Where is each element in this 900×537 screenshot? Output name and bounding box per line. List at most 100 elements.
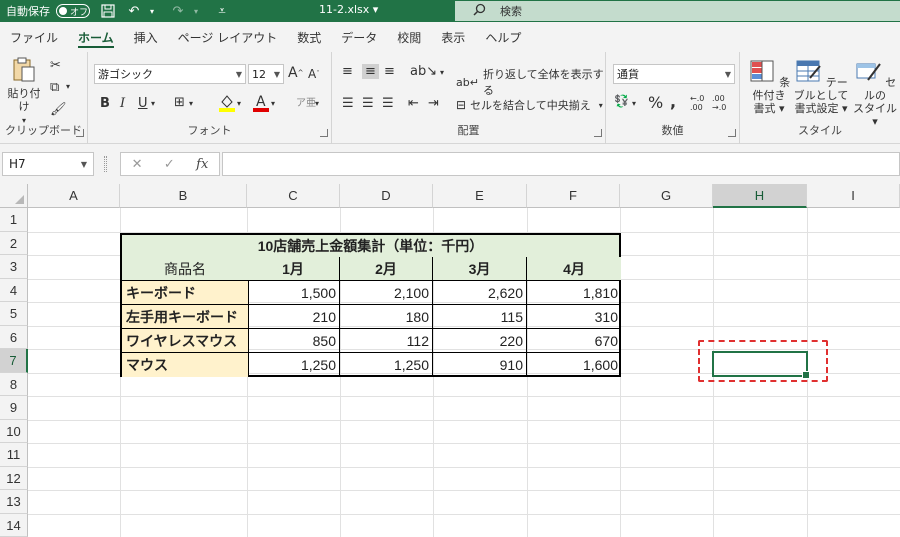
row-header-12[interactable]: 12 bbox=[0, 466, 28, 490]
column-header-a[interactable]: A bbox=[28, 184, 120, 208]
percent-icon[interactable]: % bbox=[648, 93, 663, 112]
number-launcher-icon[interactable] bbox=[728, 129, 736, 137]
row-header-7[interactable]: 7 bbox=[0, 349, 28, 373]
wrap-text-button[interactable]: ab↵ 折り返して全体を表示する bbox=[456, 66, 605, 98]
column-header-d[interactable]: D bbox=[340, 184, 433, 208]
sales-value-cell[interactable]: 670 bbox=[527, 329, 621, 353]
sales-value-cell[interactable]: 180 bbox=[340, 305, 433, 329]
paste-button[interactable]: 貼り付け ▾ bbox=[4, 56, 44, 127]
active-cell-h7[interactable] bbox=[712, 351, 810, 379]
cell-styles-button[interactable]: セルの スタイル ▾ bbox=[852, 58, 898, 128]
merge-dropdown-icon[interactable]: ▾ bbox=[599, 101, 603, 110]
insert-function-icon[interactable]: fx bbox=[196, 157, 208, 172]
copy-dropdown-icon[interactable]: ▾ bbox=[66, 82, 70, 91]
tab-insert[interactable]: 挿入 bbox=[124, 22, 168, 52]
increase-font-icon[interactable]: A ^ bbox=[288, 65, 303, 81]
table-title[interactable]: 10店舗売上金額集計（単位：千円） bbox=[120, 233, 621, 259]
header-month[interactable]: 4月 bbox=[527, 257, 621, 281]
font-name-select[interactable]: 游ゴシック ▼ bbox=[94, 64, 246, 84]
row-header-5[interactable]: 5 bbox=[0, 302, 28, 326]
underline-icon[interactable]: U bbox=[138, 96, 148, 111]
cut-icon[interactable]: ✂ bbox=[50, 58, 61, 73]
comma-style-icon[interactable]: , bbox=[670, 92, 676, 111]
name-box[interactable]: H7 ▼ bbox=[2, 152, 94, 176]
product-name-cell[interactable]: キーボード bbox=[122, 281, 249, 305]
column-header-i[interactable]: I bbox=[807, 184, 900, 208]
sales-value-cell[interactable]: 850 bbox=[247, 329, 340, 353]
align-right-icon[interactable]: ☰ bbox=[382, 96, 394, 111]
product-name-cell[interactable]: 左手用キーボード bbox=[122, 305, 249, 329]
row-header-6[interactable]: 6 bbox=[0, 325, 28, 349]
alignment-launcher-icon[interactable] bbox=[594, 129, 602, 137]
align-left-icon[interactable]: ☰ bbox=[342, 96, 354, 111]
bold-icon[interactable]: B bbox=[100, 96, 110, 111]
borders-dropdown-icon[interactable]: ▾ bbox=[189, 99, 193, 108]
decrease-indent-icon[interactable]: ⇤ bbox=[408, 96, 419, 111]
save-icon[interactable] bbox=[100, 3, 116, 19]
row-header-8[interactable]: 8 bbox=[0, 372, 28, 396]
undo-dropdown-icon[interactable]: ▾ bbox=[144, 3, 160, 19]
sales-value-cell[interactable]: 2,620 bbox=[433, 281, 527, 305]
tab-file[interactable]: ファイル bbox=[0, 22, 68, 52]
row-header-1[interactable]: 1 bbox=[0, 208, 28, 232]
product-name-cell[interactable]: ワイヤレスマウス bbox=[122, 329, 249, 353]
align-bottom-icon[interactable]: ≡ bbox=[384, 64, 395, 79]
header-month[interactable]: 1月 bbox=[247, 257, 340, 281]
tab-help[interactable]: ヘルプ bbox=[475, 22, 531, 52]
tab-home[interactable]: ホーム bbox=[68, 22, 124, 52]
header-product-name[interactable]: 商品名 bbox=[122, 257, 249, 281]
sales-value-cell[interactable]: 1,600 bbox=[527, 353, 621, 377]
row-header-11[interactable]: 11 bbox=[0, 443, 28, 467]
autosave-toggle[interactable]: オフ bbox=[56, 4, 90, 18]
fill-color-icon[interactable] bbox=[218, 92, 236, 112]
row-header-2[interactable]: 2 bbox=[0, 231, 28, 255]
tab-page-layout[interactable]: ページ レイアウト bbox=[168, 22, 288, 52]
tab-view[interactable]: 表示 bbox=[431, 22, 475, 52]
decrease-decimal-icon[interactable]: .00 →.0 bbox=[712, 94, 726, 112]
product-name-cell[interactable]: マウス bbox=[122, 353, 249, 377]
sales-value-cell[interactable]: 1,500 bbox=[247, 281, 340, 305]
sales-value-cell[interactable]: 115 bbox=[433, 305, 527, 329]
font-color-dropdown-icon[interactable]: ▾ bbox=[271, 99, 275, 108]
redo-dropdown-icon[interactable]: ▾ bbox=[188, 3, 204, 19]
sales-value-cell[interactable]: 210 bbox=[247, 305, 340, 329]
sales-value-cell[interactable]: 1,250 bbox=[247, 353, 340, 377]
font-size-select[interactable]: 12 ▼ bbox=[248, 64, 284, 84]
clipboard-launcher-icon[interactable] bbox=[76, 129, 84, 137]
file-name[interactable]: 11-2.xlsx ▾ bbox=[319, 3, 378, 16]
header-month[interactable]: 2月 bbox=[340, 257, 433, 281]
format-painter-icon[interactable]: 🖌 bbox=[50, 102, 67, 117]
row-header-14[interactable]: 14 bbox=[0, 513, 28, 537]
underline-dropdown-icon[interactable]: ▾ bbox=[151, 99, 155, 108]
column-header-c[interactable]: C bbox=[247, 184, 340, 208]
phonetic-icon[interactable]: ア亜 bbox=[296, 94, 316, 109]
increase-indent-icon[interactable]: ⇥ bbox=[428, 96, 439, 111]
chevron-down-icon[interactable]: ▼ bbox=[81, 160, 87, 169]
currency-icon[interactable]: 💱 bbox=[614, 94, 629, 108]
sales-value-cell[interactable]: 2,100 bbox=[340, 281, 433, 305]
format-as-table-button[interactable]: テーブルとして 書式設定 ▾ bbox=[792, 58, 850, 115]
merge-center-button[interactable]: ⊟ セルを結合して中央揃え ▾ bbox=[456, 97, 603, 113]
column-header-f[interactable]: F bbox=[527, 184, 620, 208]
orientation-dropdown-icon[interactable]: ▾ bbox=[440, 68, 444, 77]
tab-review[interactable]: 校閲 bbox=[387, 22, 431, 52]
orientation-icon[interactable]: ab↘ bbox=[410, 64, 437, 79]
column-header-e[interactable]: E bbox=[433, 184, 527, 208]
decrease-font-icon[interactable]: Aˇ bbox=[308, 67, 320, 81]
row-header-10[interactable]: 10 bbox=[0, 419, 28, 443]
tab-formulas[interactable]: 数式 bbox=[287, 22, 331, 52]
font-color-icon[interactable]: A bbox=[252, 92, 270, 112]
column-header-b[interactable]: B bbox=[120, 184, 247, 208]
formula-bar-splitter[interactable] bbox=[104, 156, 107, 172]
copy-icon[interactable]: ⧉ bbox=[50, 80, 59, 95]
tab-data[interactable]: データ bbox=[331, 22, 387, 52]
conditional-formatting-button[interactable]: 条件付き 書式 ▾ bbox=[746, 58, 792, 115]
sales-value-cell[interactable]: 220 bbox=[433, 329, 527, 353]
row-header-13[interactable]: 13 bbox=[0, 490, 28, 514]
currency-dropdown-icon[interactable]: ▾ bbox=[632, 99, 636, 108]
sales-value-cell[interactable]: 910 bbox=[433, 353, 527, 377]
cancel-icon[interactable]: ✕ bbox=[132, 157, 143, 172]
align-middle-icon[interactable]: ≡ bbox=[362, 64, 379, 79]
formula-input[interactable] bbox=[222, 152, 900, 176]
sales-value-cell[interactable]: 1,250 bbox=[340, 353, 433, 377]
